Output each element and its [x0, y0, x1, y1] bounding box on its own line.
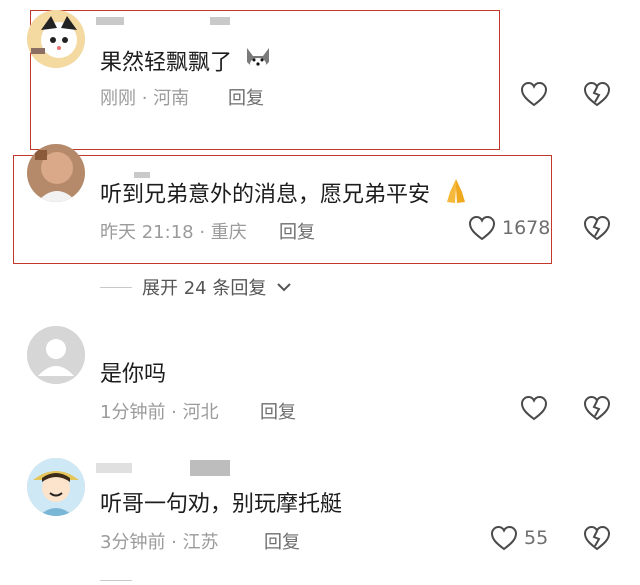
dislike-button[interactable] [583, 215, 611, 241]
comment-meta: 1分钟前 · 河北 [100, 402, 219, 423]
like-button[interactable]: 55 [490, 525, 548, 551]
comment-meta: 刚刚 · 河南 [100, 88, 190, 109]
comment-text: 是你吗 [100, 362, 167, 387]
dislike-button[interactable] [583, 395, 611, 421]
comment-meta: 3分钟前 · 江苏 [100, 532, 219, 553]
username-blurred [96, 17, 124, 25]
divider-line [100, 286, 132, 288]
reply-button[interactable]: 回复 [264, 528, 300, 554]
heart-icon [520, 81, 548, 107]
cutoff-divider [100, 580, 132, 581]
expand-replies-label: 展开 24 条回复 [142, 278, 267, 299]
dog-face-emoji [243, 44, 273, 83]
avatar[interactable] [27, 10, 85, 68]
avatar[interactable] [27, 144, 85, 202]
heart-icon [520, 395, 548, 421]
username-blurred [96, 463, 132, 473]
like-button[interactable] [520, 395, 548, 421]
broken-heart-icon [583, 215, 611, 241]
chevron-down-icon [277, 283, 292, 292]
comment-text: 听到兄弟意外的消息，愿兄弟平安 [100, 176, 471, 215]
broken-heart-icon [583, 81, 611, 107]
like-count: 1678 [502, 217, 551, 239]
comment-text: 听哥一句劝，别玩摩托艇 [100, 492, 343, 517]
comment-text: 果然轻飘飘了 [100, 44, 273, 83]
dislike-button[interactable] [583, 525, 611, 551]
username-blurred [210, 17, 230, 25]
like-button[interactable] [520, 81, 548, 107]
dislike-button[interactable] [583, 81, 611, 107]
reply-button[interactable]: 回复 [279, 218, 315, 244]
expand-replies-button[interactable]: 展开 24 条回复 [100, 274, 292, 300]
comment-meta: 昨天 21:18 · 重庆 [100, 222, 247, 243]
folded-hands-emoji [441, 176, 471, 215]
avatar[interactable] [27, 326, 85, 384]
like-count: 55 [524, 527, 549, 549]
reply-button[interactable]: 回复 [260, 398, 296, 424]
heart-icon [468, 215, 496, 241]
avatar[interactable] [27, 458, 85, 516]
broken-heart-icon [583, 395, 611, 421]
username-blurred [190, 460, 230, 476]
reply-button[interactable]: 回复 [228, 84, 264, 110]
heart-icon [490, 525, 518, 551]
like-button[interactable]: 1678 [468, 215, 550, 241]
broken-heart-icon [583, 525, 611, 551]
